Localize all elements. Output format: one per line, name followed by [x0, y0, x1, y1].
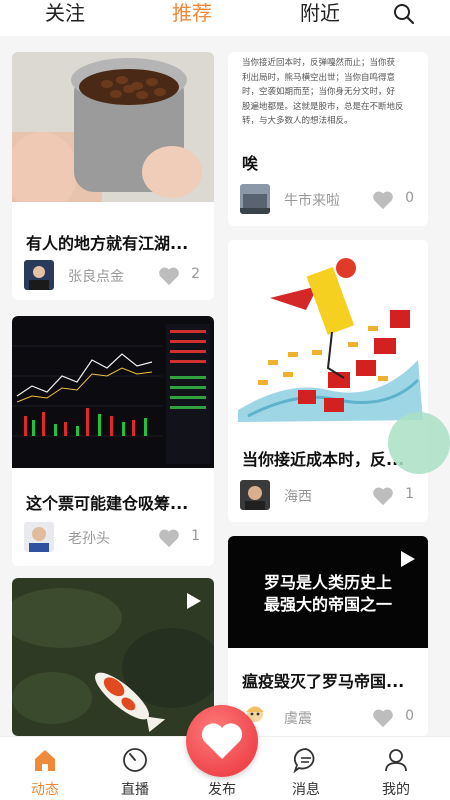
- excerpt-line: 时，空袭如期而至；当你身无分文时，好: [242, 87, 396, 97]
- author-avatar: [24, 260, 54, 290]
- play-icon[interactable]: [182, 590, 204, 612]
- message-icon: [293, 748, 315, 773]
- like-heart-icon[interactable]: [158, 266, 180, 286]
- tab-recommend[interactable]: 推荐: [172, 0, 212, 26]
- like-count: 0: [405, 708, 414, 724]
- nav-item-live[interactable]: 直播: [105, 737, 165, 800]
- post-image: [228, 240, 428, 426]
- search-icon[interactable]: [392, 2, 416, 26]
- like-count: 2: [191, 266, 200, 282]
- gauge-icon: [123, 748, 147, 772]
- like-count: 1: [405, 486, 414, 502]
- feed-card[interactable]: 罗马是人类历史上 最强大的帝国之一 瘟疫毁灭了罗马帝国... 虞震 0: [228, 536, 428, 736]
- nav-label: 消息: [292, 782, 320, 798]
- nav-label: 我的: [382, 782, 410, 798]
- like-count: 0: [405, 190, 414, 206]
- author-name: 老孙头: [68, 531, 110, 547]
- video-thumbnail: 罗马是人类历史上 最强大的帝国之一: [228, 536, 428, 648]
- nav-item-dynamic[interactable]: 动态: [15, 737, 75, 800]
- feed-card[interactable]: 这个票可能建仓吸筹... 老孙头 1: [12, 316, 214, 566]
- like-heart-icon[interactable]: [372, 190, 394, 210]
- excerpt-line: 转，与大多数人的想法相反。: [242, 116, 353, 126]
- post-meta: 张良点金 2: [24, 260, 202, 292]
- heart-icon: [201, 723, 243, 759]
- feed-card[interactable]: [12, 578, 214, 736]
- play-icon[interactable]: [396, 548, 418, 570]
- feed-card[interactable]: 当你接近回本时，反弹嘎然而止；当你获 利出局时，熊马横空出世；当你自鸣得意 时，…: [228, 52, 428, 226]
- author-avatar: [240, 480, 270, 510]
- feed-card[interactable]: 有人的地方就有江湖... 张良点金 2: [12, 52, 214, 300]
- nav-label: 直播: [121, 782, 149, 798]
- home-icon: [35, 750, 55, 771]
- post-image: [12, 316, 214, 468]
- excerpt-line: 利出局时，熊马横空出世；当你自鸣得意: [242, 72, 396, 83]
- nav-label: 发布: [208, 782, 236, 798]
- author-name: 虞震: [284, 711, 312, 727]
- author-name: 海西: [284, 489, 312, 505]
- author-name: 张良点金: [68, 269, 124, 285]
- post-title: 这个票可能建仓吸筹...: [26, 494, 189, 513]
- author-avatar: [24, 522, 54, 552]
- nav-item-profile[interactable]: 我的: [366, 737, 426, 800]
- post-excerpt: 当你接近回本时，反弹嘎然而止；当你获 利出局时，熊马横空出世；当你自鸣得意 时，…: [242, 56, 422, 129]
- tab-nearby[interactable]: 附近: [300, 0, 340, 26]
- floating-assistant-bubble[interactable]: [388, 412, 450, 474]
- post-meta: 老孙头 1: [24, 522, 202, 554]
- thumbnail-caption: 罗马是人类历史上: [263, 573, 392, 592]
- excerpt-line: 当你接近回本时，反弹嘎然而止；当你获: [242, 58, 396, 68]
- author-name: 牛市来啦: [284, 193, 340, 209]
- feed-card[interactable]: 当你接近成本时，反... 海西 1: [228, 240, 428, 522]
- tab-follow[interactable]: 关注: [45, 0, 85, 26]
- like-count: 1: [191, 528, 200, 544]
- excerpt-line: 股遍地都是。这就是股市，总是在不断地反: [242, 101, 404, 112]
- post-meta: 牛市来啦 0: [240, 184, 416, 216]
- thumbnail-caption: 最强大的帝国之一: [263, 595, 392, 614]
- post-image: [12, 52, 214, 202]
- author-avatar: [240, 184, 270, 214]
- post-title: 瘟疫毁灭了罗马帝国...: [242, 672, 405, 691]
- profile-icon: [385, 749, 407, 772]
- publish-button[interactable]: [186, 705, 258, 777]
- post-meta: 虞震 0: [240, 702, 416, 734]
- post-title: 唉: [242, 154, 259, 173]
- nav-item-messages[interactable]: 消息: [276, 737, 336, 800]
- like-heart-icon[interactable]: [158, 528, 180, 548]
- like-heart-icon[interactable]: [372, 486, 394, 506]
- post-title: 有人的地方就有江湖...: [26, 234, 189, 253]
- top-tab-bar: 关注 推荐 附近: [0, 0, 450, 36]
- nav-label: 动态: [31, 782, 59, 798]
- post-meta: 海西 1: [240, 480, 416, 512]
- like-heart-icon[interactable]: [372, 708, 394, 728]
